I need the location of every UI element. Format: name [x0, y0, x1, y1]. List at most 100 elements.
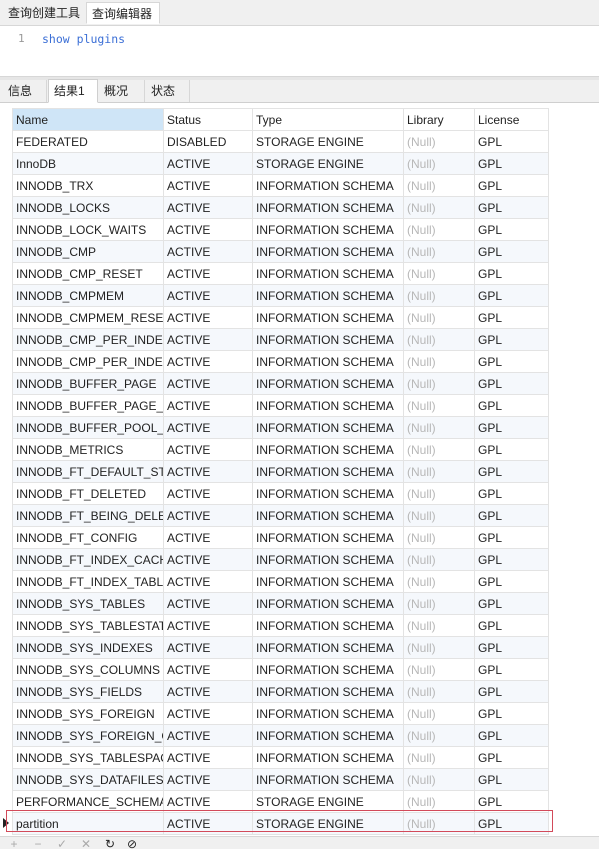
cell-status[interactable]: ACTIVE: [163, 240, 253, 263]
cell-type[interactable]: STORAGE ENGINE: [252, 130, 404, 153]
cell-type[interactable]: INFORMATION SCHEMA: [252, 174, 404, 197]
column-header-name[interactable]: Name: [12, 108, 164, 131]
table-row[interactable]: INNODB_LOCKS ACTIVE INFORMATION SCHEMA (Nul…: [12, 196, 549, 219]
cell-type[interactable]: INFORMATION SCHEMA: [252, 504, 404, 527]
table-row[interactable]: INNODB_CMPMEM_RESE ACTIVE INFORMATION SCHE…: [12, 306, 549, 329]
cell-library[interactable]: (Null): [403, 306, 475, 329]
cell-library[interactable]: (Null): [403, 636, 475, 659]
cell-name[interactable]: INNODB_SYS_COLUMNS: [12, 658, 164, 681]
cell-library[interactable]: (Null): [403, 746, 475, 769]
cell-library[interactable]: (Null): [403, 416, 475, 439]
cell-status[interactable]: ACTIVE: [163, 768, 253, 791]
cell-type[interactable]: INFORMATION SCHEMA: [252, 548, 404, 571]
cell-license[interactable]: GPL: [474, 372, 549, 395]
cell-license[interactable]: GPL: [474, 438, 549, 461]
column-header-library[interactable]: Library: [403, 108, 475, 131]
cell-library[interactable]: (Null): [403, 680, 475, 703]
cell-status[interactable]: ACTIVE: [163, 460, 253, 483]
cell-license[interactable]: GPL: [474, 262, 549, 285]
table-row[interactable]: InnoDB ACTIVE STORAGE ENGINE (Null) GPL: [12, 152, 549, 175]
cell-status[interactable]: ACTIVE: [163, 614, 253, 637]
cell-type[interactable]: INFORMATION SCHEMA: [252, 570, 404, 593]
cell-name[interactable]: INNODB_CMPMEM_RESE: [12, 306, 164, 329]
table-row[interactable]: INNODB_CMPMEM ACTIVE INFORMATION SCHEMA (Nu…: [12, 284, 549, 307]
cell-library[interactable]: (Null): [403, 262, 475, 285]
cell-library[interactable]: (Null): [403, 174, 475, 197]
cell-type[interactable]: INFORMATION SCHEMA: [252, 416, 404, 439]
cell-license[interactable]: GPL: [474, 614, 549, 637]
cell-name[interactable]: INNODB_CMP_PER_INDEX: [12, 350, 164, 373]
sql-code[interactable]: show plugins: [42, 32, 125, 46]
apply-icon[interactable]: ✓: [56, 838, 68, 850]
cell-library[interactable]: (Null): [403, 218, 475, 241]
cell-name[interactable]: INNODB_FT_CONFIG: [12, 526, 164, 549]
cell-name[interactable]: InnoDB: [12, 152, 164, 175]
table-row[interactable]: INNODB_SYS_TABLES ACTIVE INFORMATION SCHEM…: [12, 592, 549, 615]
cell-library[interactable]: (Null): [403, 350, 475, 373]
cell-type[interactable]: INFORMATION SCHEMA: [252, 262, 404, 285]
cell-status[interactable]: ACTIVE: [163, 218, 253, 241]
add-record-icon[interactable]: +: [8, 838, 20, 850]
table-row[interactable]: INNODB_TRX ACTIVE INFORMATION SCHEMA (Null)…: [12, 174, 549, 197]
cell-license[interactable]: GPL: [474, 504, 549, 527]
cell-type[interactable]: STORAGE ENGINE: [252, 812, 404, 835]
cell-name[interactable]: INNODB_SYS_DATAFILES: [12, 768, 164, 791]
cell-type[interactable]: INFORMATION SCHEMA: [252, 394, 404, 417]
cell-license[interactable]: GPL: [474, 152, 549, 175]
cell-license[interactable]: GPL: [474, 746, 549, 769]
cell-license[interactable]: GPL: [474, 196, 549, 219]
tab-query-builder[interactable]: 查询创建工具: [3, 2, 85, 24]
cell-status[interactable]: ACTIVE: [163, 526, 253, 549]
cell-name[interactable]: PERFORMANCE_SCHEMA: [12, 790, 164, 813]
cell-status[interactable]: ACTIVE: [163, 196, 253, 219]
cell-name[interactable]: INNODB_FT_BEING_DELET: [12, 504, 164, 527]
cell-status[interactable]: ACTIVE: [163, 350, 253, 373]
cell-status[interactable]: ACTIVE: [163, 482, 253, 505]
cell-license[interactable]: GPL: [474, 724, 549, 747]
discard-icon[interactable]: ✕: [80, 838, 92, 850]
cell-name[interactable]: INNODB_FT_DEFAULT_STO: [12, 460, 164, 483]
cell-library[interactable]: (Null): [403, 548, 475, 571]
cell-status[interactable]: ACTIVE: [163, 262, 253, 285]
cell-status[interactable]: ACTIVE: [163, 790, 253, 813]
cell-type[interactable]: INFORMATION SCHEMA: [252, 592, 404, 615]
cell-type[interactable]: INFORMATION SCHEMA: [252, 218, 404, 241]
cell-license[interactable]: GPL: [474, 570, 549, 593]
cell-status[interactable]: ACTIVE: [163, 548, 253, 571]
cell-status[interactable]: ACTIVE: [163, 504, 253, 527]
cell-type[interactable]: INFORMATION SCHEMA: [252, 284, 404, 307]
cell-name[interactable]: INNODB_CMP_PER_INDEX: [12, 328, 164, 351]
column-header-status[interactable]: Status: [163, 108, 253, 131]
cell-status[interactable]: ACTIVE: [163, 152, 253, 175]
table-row[interactable]: INNODB_SYS_FIELDS ACTIVE INFORMATION SCHEM…: [12, 680, 549, 703]
cell-name[interactable]: INNODB_SYS_TABLESPAC: [12, 746, 164, 769]
tab-profile[interactable]: 概况: [99, 80, 145, 102]
cell-name[interactable]: INNODB_SYS_TABLES: [12, 592, 164, 615]
cell-library[interactable]: (Null): [403, 526, 475, 549]
sql-editor[interactable]: 1 show plugins: [0, 26, 599, 76]
table-row[interactable]: INNODB_BUFFER_POOL_S ACTIVE INFORMATION SC…: [12, 416, 549, 439]
cell-license[interactable]: GPL: [474, 636, 549, 659]
cell-status[interactable]: ACTIVE: [163, 328, 253, 351]
cell-status[interactable]: ACTIVE: [163, 724, 253, 747]
cell-name[interactable]: INNODB_BUFFER_POOL_S: [12, 416, 164, 439]
cell-name[interactable]: INNODB_BUFFER_PAGE: [12, 372, 164, 395]
cell-status[interactable]: ACTIVE: [163, 658, 253, 681]
cell-library[interactable]: (Null): [403, 658, 475, 681]
cell-library[interactable]: (Null): [403, 482, 475, 505]
cell-name[interactable]: INNODB_LOCKS: [12, 196, 164, 219]
table-row[interactable]: INNODB_CMP_PER_INDEX ACTIVE INFORMATION SC…: [12, 350, 549, 373]
cell-name[interactable]: INNODB_FT_INDEX_TABL: [12, 570, 164, 593]
cell-license[interactable]: GPL: [474, 130, 549, 153]
tab-result1[interactable]: 结果1: [48, 79, 98, 103]
cell-type[interactable]: INFORMATION SCHEMA: [252, 328, 404, 351]
cell-license[interactable]: GPL: [474, 328, 549, 351]
cell-name[interactable]: INNODB_SYS_TABLESTAT: [12, 614, 164, 637]
cell-type[interactable]: INFORMATION SCHEMA: [252, 482, 404, 505]
cell-library[interactable]: (Null): [403, 372, 475, 395]
cell-license[interactable]: GPL: [474, 812, 549, 835]
cell-name[interactable]: FEDERATED: [12, 130, 164, 153]
table-row[interactable]: INNODB_SYS_TABLESPAC ACTIVE INFORMATION SC…: [12, 746, 549, 769]
cell-status[interactable]: ACTIVE: [163, 746, 253, 769]
cell-library[interactable]: (Null): [403, 130, 475, 153]
